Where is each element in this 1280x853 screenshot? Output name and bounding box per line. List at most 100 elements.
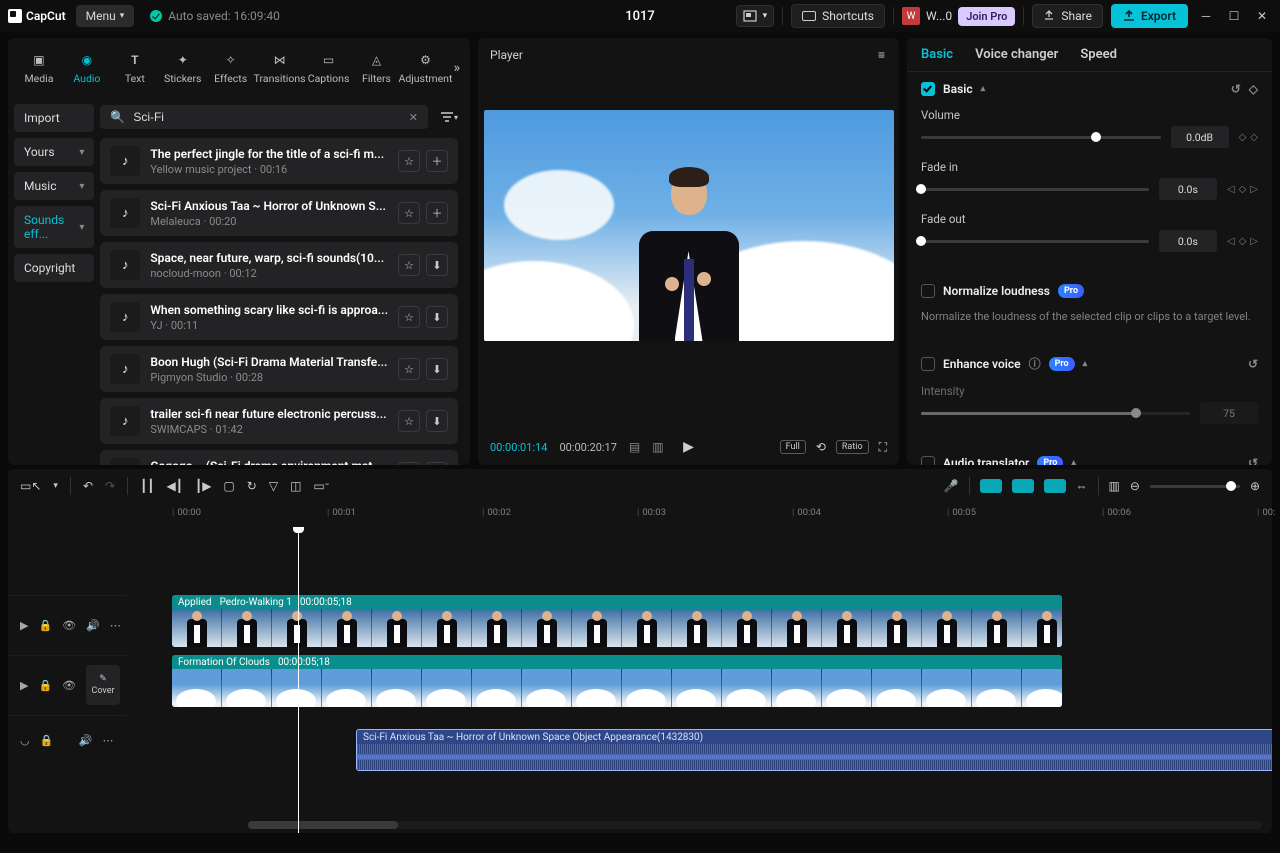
checkbox-off-icon[interactable] xyxy=(921,284,935,298)
keyframe-prev-icon[interactable]: ◁ xyxy=(1227,184,1235,195)
magnet-right-icon[interactable] xyxy=(1044,479,1066,493)
enhance-header[interactable]: Enhance voice ⓘ Pro ▴ ↺ xyxy=(921,355,1258,372)
reset-icon[interactable]: ↺ xyxy=(1248,456,1258,465)
crop-icon[interactable]: ⟲ xyxy=(816,440,826,454)
tab-speed[interactable]: Speed xyxy=(1080,47,1117,62)
join-pro-button[interactable]: Join Pro xyxy=(958,7,1015,26)
grid-mode-icon[interactable]: ▥ xyxy=(652,440,663,454)
download-button[interactable]: ⬇ xyxy=(426,410,448,432)
checkbox-on-icon[interactable] xyxy=(921,82,935,96)
zoom-slider[interactable] xyxy=(1150,485,1240,488)
crop-tool-icon[interactable]: ▢ xyxy=(223,479,234,493)
play-button[interactable]: ▶ xyxy=(683,439,694,455)
result-item[interactable]: ♪ When something scary like sci-fi is ap… xyxy=(100,294,458,340)
audio-track-icon[interactable]: ◡ xyxy=(20,734,30,747)
align-icon[interactable]: ⇔ xyxy=(1076,479,1088,493)
sidebar-item-import[interactable]: Import xyxy=(14,104,94,132)
fadeout-value[interactable]: 0.0s xyxy=(1159,230,1217,252)
tab-effects[interactable]: ✧Effects xyxy=(210,51,252,85)
checkbox-off-icon[interactable] xyxy=(921,456,935,465)
result-item[interactable]: ♪ Boon Hugh (Sci-Fi Drama Material Trans… xyxy=(100,346,458,392)
download-button[interactable]: ⬇ xyxy=(426,306,448,328)
volume-slider[interactable] xyxy=(921,136,1161,139)
download-button[interactable]: ⬇ xyxy=(426,462,448,465)
playhead[interactable] xyxy=(298,527,299,833)
account-cluster[interactable]: W W...0 Join Pro xyxy=(902,7,1015,26)
speaker-icon[interactable]: 🔊 xyxy=(79,734,93,747)
video-track-icon[interactable]: ▶ xyxy=(20,619,28,632)
more-icon[interactable]: ⋯ xyxy=(110,619,121,632)
menu-button[interactable]: Menu ▾ xyxy=(76,5,135,27)
full-button[interactable]: Full xyxy=(780,440,806,454)
tab-basic[interactable]: Basic xyxy=(921,47,953,62)
keyframe-next-icon[interactable]: ▷ xyxy=(1250,236,1258,247)
ratio-button[interactable]: Ratio xyxy=(836,440,869,454)
mirror-icon[interactable]: ▽ xyxy=(269,479,278,493)
speaker-icon[interactable]: 🔊 xyxy=(86,619,100,632)
tab-captions[interactable]: ▭Captions xyxy=(308,51,350,85)
tool-chevron-icon[interactable]: ▾ xyxy=(53,481,58,491)
favorite-button[interactable]: ☆ xyxy=(398,150,420,172)
tab-media[interactable]: ▣Media xyxy=(18,51,60,85)
player-viewport[interactable] xyxy=(478,72,899,429)
tab-filters[interactable]: ◬Filters xyxy=(356,51,398,85)
clear-search-button[interactable]: ✕ xyxy=(409,111,418,124)
favorite-button[interactable]: ☆ xyxy=(398,410,420,432)
video-clip-2[interactable]: Formation Of Clouds 00:00:05;18 xyxy=(172,655,1062,707)
help-icon[interactable]: ⓘ xyxy=(1029,355,1041,372)
freeze-icon[interactable]: ◫ xyxy=(290,479,301,493)
tab-audio[interactable]: ◉Audio xyxy=(66,51,108,85)
share-button[interactable]: Share xyxy=(1032,4,1103,28)
favorite-button[interactable]: ☆ xyxy=(398,254,420,276)
tab-adjustment[interactable]: ⚙Adjustment xyxy=(403,51,447,85)
fadein-value[interactable]: 0.0s xyxy=(1159,178,1217,200)
sidebar-item-copyright[interactable]: Copyright xyxy=(14,254,94,282)
export-button[interactable]: Export xyxy=(1111,4,1188,28)
eye-icon[interactable]: 👁 xyxy=(62,619,76,632)
result-item[interactable]: ♪ Gogogo... (Sci-Fi drama environment ma… xyxy=(100,450,458,465)
favorite-button[interactable]: ☆ xyxy=(398,306,420,328)
volume-value[interactable]: 0.0dB xyxy=(1171,126,1229,148)
more-icon[interactable]: ⋯ xyxy=(102,734,113,747)
window-maximize-button[interactable]: ☐ xyxy=(1224,6,1244,26)
video-track-icon[interactable]: ▶ xyxy=(20,679,28,692)
horizontal-scrollbar[interactable] xyxy=(248,821,1262,829)
lock-icon[interactable]: 🔒 xyxy=(38,679,52,692)
keyframe-reset-icon[interactable]: ◇ xyxy=(1250,132,1258,143)
window-minimize-button[interactable]: ─ xyxy=(1196,6,1216,26)
fadeout-slider[interactable] xyxy=(921,240,1149,243)
tab-transitions[interactable]: ⋈Transitions xyxy=(258,51,302,85)
translator-header[interactable]: Audio translator Pro ▴ ↺ xyxy=(921,456,1258,465)
microphone-icon[interactable]: 🎤 xyxy=(944,479,959,493)
pointer-tool-icon[interactable]: ▭↖ xyxy=(20,479,41,493)
keyframe-next-icon[interactable]: ▷ xyxy=(1250,184,1258,195)
tab-voice-changer[interactable]: Voice changer xyxy=(975,47,1058,62)
download-button[interactable]: ⬇ xyxy=(426,254,448,276)
keyframe-prev-icon[interactable]: ◁ xyxy=(1227,236,1235,247)
trim-right-icon[interactable]: ┃▶ xyxy=(195,479,211,493)
result-item[interactable]: ♪ Sci-Fi Anxious Taa ~ Horror of Unknown… xyxy=(100,190,458,236)
keyframe-icon[interactable]: ◇ xyxy=(1249,82,1258,96)
eye-icon[interactable]: 👁 xyxy=(62,679,76,692)
redo-button[interactable]: ↷ xyxy=(105,479,115,493)
favorite-button[interactable]: ☆ xyxy=(398,202,420,224)
favorite-button[interactable]: ☆ xyxy=(398,462,420,465)
trim-left-icon[interactable]: ◀┃ xyxy=(167,479,183,493)
sidebar-item-music[interactable]: Music▾ xyxy=(14,172,94,200)
keyframe-add-icon[interactable]: ◇ xyxy=(1239,184,1247,195)
zoom-in-button[interactable]: ⊕ xyxy=(1250,479,1260,493)
list-mode-icon[interactable]: ▤ xyxy=(629,440,640,454)
layout-icon[interactable]: ▥ xyxy=(1109,479,1120,493)
timeline-ruler[interactable]: 00:0000:0100:0200:0300:0400:0500:0600: xyxy=(126,503,1272,527)
magnet-left-icon[interactable] xyxy=(980,479,1002,493)
lock-icon[interactable]: 🔒 xyxy=(38,619,52,632)
split-tool-icon[interactable]: ┃┃ xyxy=(140,479,154,493)
add-button[interactable]: ＋ xyxy=(426,150,448,172)
keyframe-add-icon[interactable]: ◇ xyxy=(1239,132,1247,143)
video-clip-1[interactable]: Applied Pedro-Walking 1 00:00:05;18 xyxy=(172,595,1062,647)
fullscreen-icon[interactable]: ⛶ xyxy=(879,440,887,455)
scrollbar-thumb[interactable] xyxy=(248,821,398,829)
magnet-center-icon[interactable] xyxy=(1012,479,1034,493)
sidebar-item-sounds-effects[interactable]: Sounds eff...▾ xyxy=(14,206,94,248)
shortcuts-button[interactable]: Shortcuts xyxy=(791,4,885,28)
